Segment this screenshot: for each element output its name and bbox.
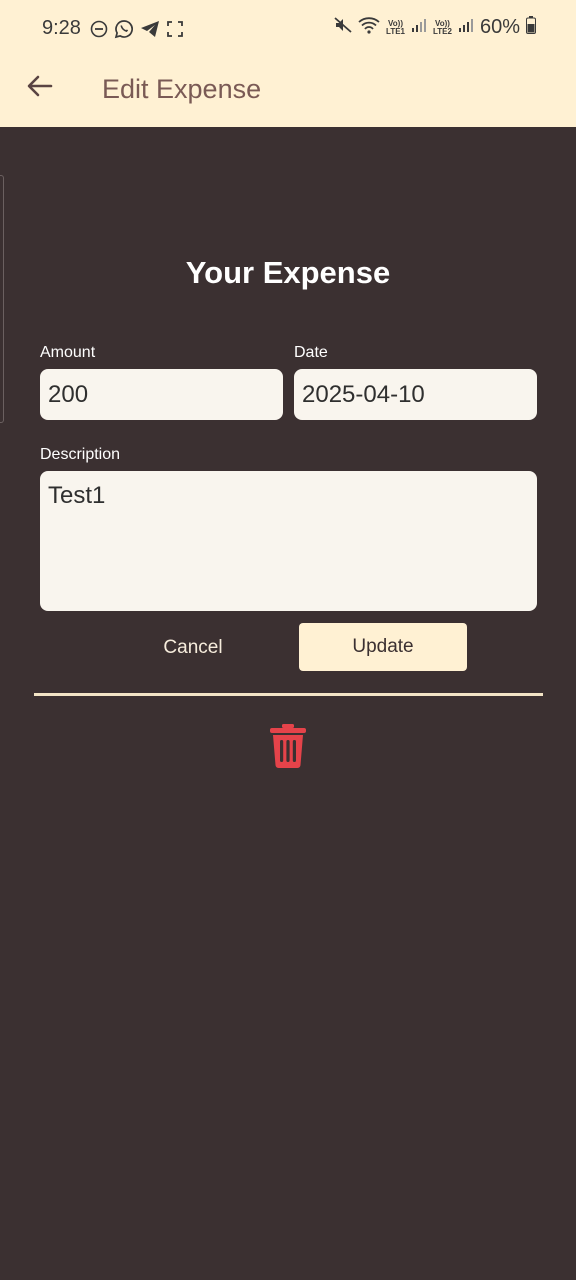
status-time: 9:28: [42, 17, 81, 39]
side-edge-handle: [0, 175, 4, 423]
arrow-left-icon: [27, 75, 53, 102]
date-input[interactable]: 2025-04-10: [294, 369, 537, 420]
battery-percent: 60%: [479, 16, 520, 38]
notification-icons: [90, 19, 184, 44]
trash-icon: [269, 723, 307, 774]
cancel-button[interactable]: Cancel: [124, 624, 262, 672]
battery-icon: [526, 16, 536, 39]
wifi-icon: [358, 16, 380, 39]
back-button[interactable]: [22, 70, 58, 106]
amount-input[interactable]: 200: [40, 369, 283, 420]
delete-button[interactable]: [264, 722, 312, 774]
system-status: Vo)) LTE1 Vo)) LTE2 60%: [334, 16, 536, 39]
status-bar: 9:28 Vo)) LTE1 Vo)) LTE2 60%: [0, 0, 576, 58]
screenshot-icon: [166, 20, 184, 43]
app-bar: Edit Expense: [0, 58, 576, 127]
signal-sim1-icon: [411, 17, 427, 38]
signal-sim2-icon: [458, 17, 474, 38]
do-not-disturb-icon: [90, 20, 108, 43]
mute-icon: [334, 16, 352, 39]
description-input[interactable]: Test1: [40, 471, 537, 611]
divider: [34, 693, 543, 696]
telegram-icon: [140, 20, 160, 43]
amount-label: Amount: [40, 344, 96, 361]
form-heading: Your Expense: [185, 255, 391, 290]
date-label: Date: [294, 344, 328, 361]
sim1-label: Vo)) LTE1: [386, 18, 405, 36]
sim2-label: Vo)) LTE2: [433, 18, 452, 36]
page-title: Edit Expense: [102, 74, 262, 104]
update-button[interactable]: Update: [299, 623, 467, 671]
whatsapp-icon: [114, 19, 134, 44]
description-label: Description: [40, 446, 121, 463]
